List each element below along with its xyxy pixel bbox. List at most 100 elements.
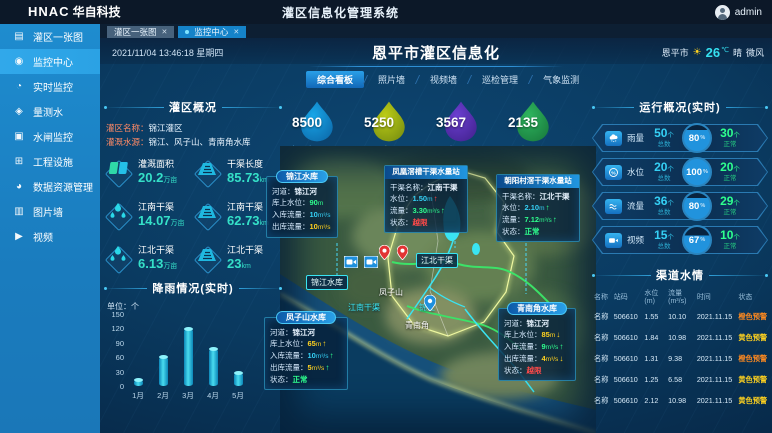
popup-row-label: 出库流量： <box>270 363 308 372</box>
sidebar-item[interactable]: ◕数据资源管理 <box>0 174 100 199</box>
popup-row: 入库流量：10m³/s <box>272 209 332 221</box>
total-count-number: 20 <box>654 160 667 174</box>
weather-unit: ℃ <box>721 46 729 54</box>
table-cell: 10.98 <box>668 333 697 342</box>
table-body: 名称5066101.5510.102021.11.15橙色预警名称5066101… <box>594 306 768 411</box>
stat-value: 3567 <box>431 115 471 130</box>
run-row: %水位20个总数100%20个正常 <box>592 158 768 186</box>
popup-title: 锦江水库 <box>276 170 328 183</box>
table-cell: 506610 <box>614 333 645 342</box>
metric-text: 江南干渠62.73km <box>227 200 269 228</box>
window-tab[interactable]: 灌区一张图✕ <box>107 26 174 38</box>
metric-value: 14.07万亩 <box>138 213 185 228</box>
fields-icon <box>104 157 132 185</box>
percent-value: 100 <box>686 167 702 178</box>
popup-row-label: 出库流量： <box>272 222 310 231</box>
metric-value-number: 85.73 <box>227 170 260 185</box>
metric-value: 23km <box>227 256 263 271</box>
subtab[interactable]: 综合看板 <box>306 71 364 88</box>
sidebar-item[interactable]: ◈量测水 <box>0 99 100 124</box>
app-root: HNAC华自科技 灌区信息化管理系统 admin ▤灌区一张图◉监控中心◔实时监… <box>0 0 772 433</box>
table-row: 名称5066101.319.382021.11.15橙色预警 <box>594 348 768 369</box>
popup-row-value: 江南干渠 <box>428 183 458 192</box>
sidebar-item[interactable]: ⊞工程设施 <box>0 149 100 174</box>
total-count: 15个 <box>651 230 677 243</box>
total-count-number: 36 <box>654 194 667 208</box>
table-row: 名称5066101.5510.102021.11.15橙色预警 <box>594 306 768 327</box>
table-column-header: 站码 <box>614 292 645 302</box>
normal-sublabel: 正常 <box>717 209 743 216</box>
popup-row: 状态：越限 <box>504 365 570 376</box>
sidebar-item-label: 灌区一张图 <box>33 29 83 44</box>
sidebar-item[interactable]: ▤灌区一张图 <box>0 24 100 49</box>
popup-row-value: 7.12 <box>525 215 540 224</box>
decor-line <box>592 275 651 276</box>
sidebar-item[interactable]: ▣水闸监控 <box>0 124 100 149</box>
popup-row: 河道：锦江河 <box>272 186 332 197</box>
popup-row-value: 2.10 <box>525 203 540 212</box>
trend-arrow-icon: ↑ <box>329 351 333 360</box>
sidebar-item[interactable]: ▶视频 <box>0 224 100 249</box>
sidebar-item[interactable]: ▥图片墙 <box>0 199 100 224</box>
normal-stack: 30个正常 <box>717 128 743 148</box>
y-axis-tick: 150 <box>104 310 124 319</box>
subtab[interactable]: 巡检管理 <box>471 71 529 88</box>
popup-row-unit: m³/s <box>318 212 331 219</box>
datetime: 2021/11/04 13:46:18 星期四 <box>112 46 223 59</box>
red-pin-marker[interactable] <box>379 245 390 260</box>
total-stack: 20个总数 <box>651 162 677 182</box>
sidebar-item[interactable]: ◉监控中心 <box>0 49 100 74</box>
total-stack: 15个总数 <box>651 230 677 250</box>
water-source-label: 灌溉水源： <box>106 137 149 147</box>
normal-count-number: 20 <box>720 160 733 174</box>
trend-arrow-icon: ↑ <box>559 342 563 351</box>
status-panel: 运行概况(实时) 雨量50个总数80%30个正常%水位20个总数100%20个正… <box>592 98 768 430</box>
run-row-content: 雨量50个总数80%30个正常 <box>592 124 768 152</box>
percent-value: 80 <box>689 201 700 212</box>
run-row: 视频15个总数67%10个正常 <box>592 226 768 254</box>
water-drop-marker[interactable] <box>424 295 436 311</box>
water-source-value: 锦江、风子山、青南角水库 <box>149 137 251 147</box>
water-level-icon: % <box>605 165 622 180</box>
close-icon[interactable]: ✕ <box>233 28 239 36</box>
camera-marker[interactable] <box>344 256 358 268</box>
table-column-header: 水位(m) <box>644 288 668 305</box>
percent-value: 80 <box>689 133 700 144</box>
district-name-row: 灌区名称：锦江灌区 <box>106 122 183 134</box>
table-cell: 506610 <box>614 375 645 384</box>
count-suffix: 个 <box>667 234 674 241</box>
picture-wall-icon: ▥ <box>13 206 25 217</box>
popup-row-unit: m³/s <box>312 365 325 372</box>
app-title: 灌区信息化管理系统 <box>282 4 399 21</box>
red-pin-marker[interactable] <box>397 245 408 260</box>
metric-unit: 万亩 <box>171 220 185 227</box>
popup-row-label: 入库流量： <box>272 210 310 219</box>
metric-value: 6.13万亩 <box>138 256 177 271</box>
subtab[interactable]: 气象监测 <box>532 71 590 88</box>
sidebar-item-label: 工程设施 <box>33 154 73 169</box>
close-icon[interactable]: ✕ <box>162 28 168 36</box>
camera-marker[interactable] <box>364 256 378 268</box>
popup-row-label: 水位： <box>390 194 413 203</box>
table-cell: 2021.11.15 <box>697 375 739 384</box>
trend-arrow-icon: ↑ <box>441 206 445 215</box>
metric-value: 62.73km <box>227 213 269 228</box>
popup-row-label: 入库流量： <box>504 342 542 351</box>
user-menu[interactable]: admin <box>715 0 762 24</box>
bar <box>134 380 143 386</box>
table-cell: 名称 <box>594 396 614 406</box>
popup-row-value: 锦江河 <box>295 187 318 196</box>
window-tab[interactable]: 监控中心✕ <box>178 26 246 38</box>
subtab[interactable]: 视频墙 <box>419 71 468 88</box>
total-count-number: 15 <box>654 228 667 242</box>
popup-row: 水位：2.10m↑ <box>502 202 574 214</box>
sidebar-item[interactable]: ◔实时监控 <box>0 74 100 99</box>
run-row-content: 视频15个总数67%10个正常 <box>592 226 768 254</box>
x-axis-label: 2月 <box>151 390 175 401</box>
count-suffix: 个 <box>667 132 674 139</box>
table-cell: 506610 <box>614 396 645 405</box>
subtab[interactable]: 照片墙 <box>367 71 416 88</box>
stat-value: 5250 <box>359 115 399 130</box>
popup-title: 凤凰滘槽干渠水量站 <box>385 166 467 179</box>
channel-panel-title-text: 渠道水情 <box>656 267 704 283</box>
